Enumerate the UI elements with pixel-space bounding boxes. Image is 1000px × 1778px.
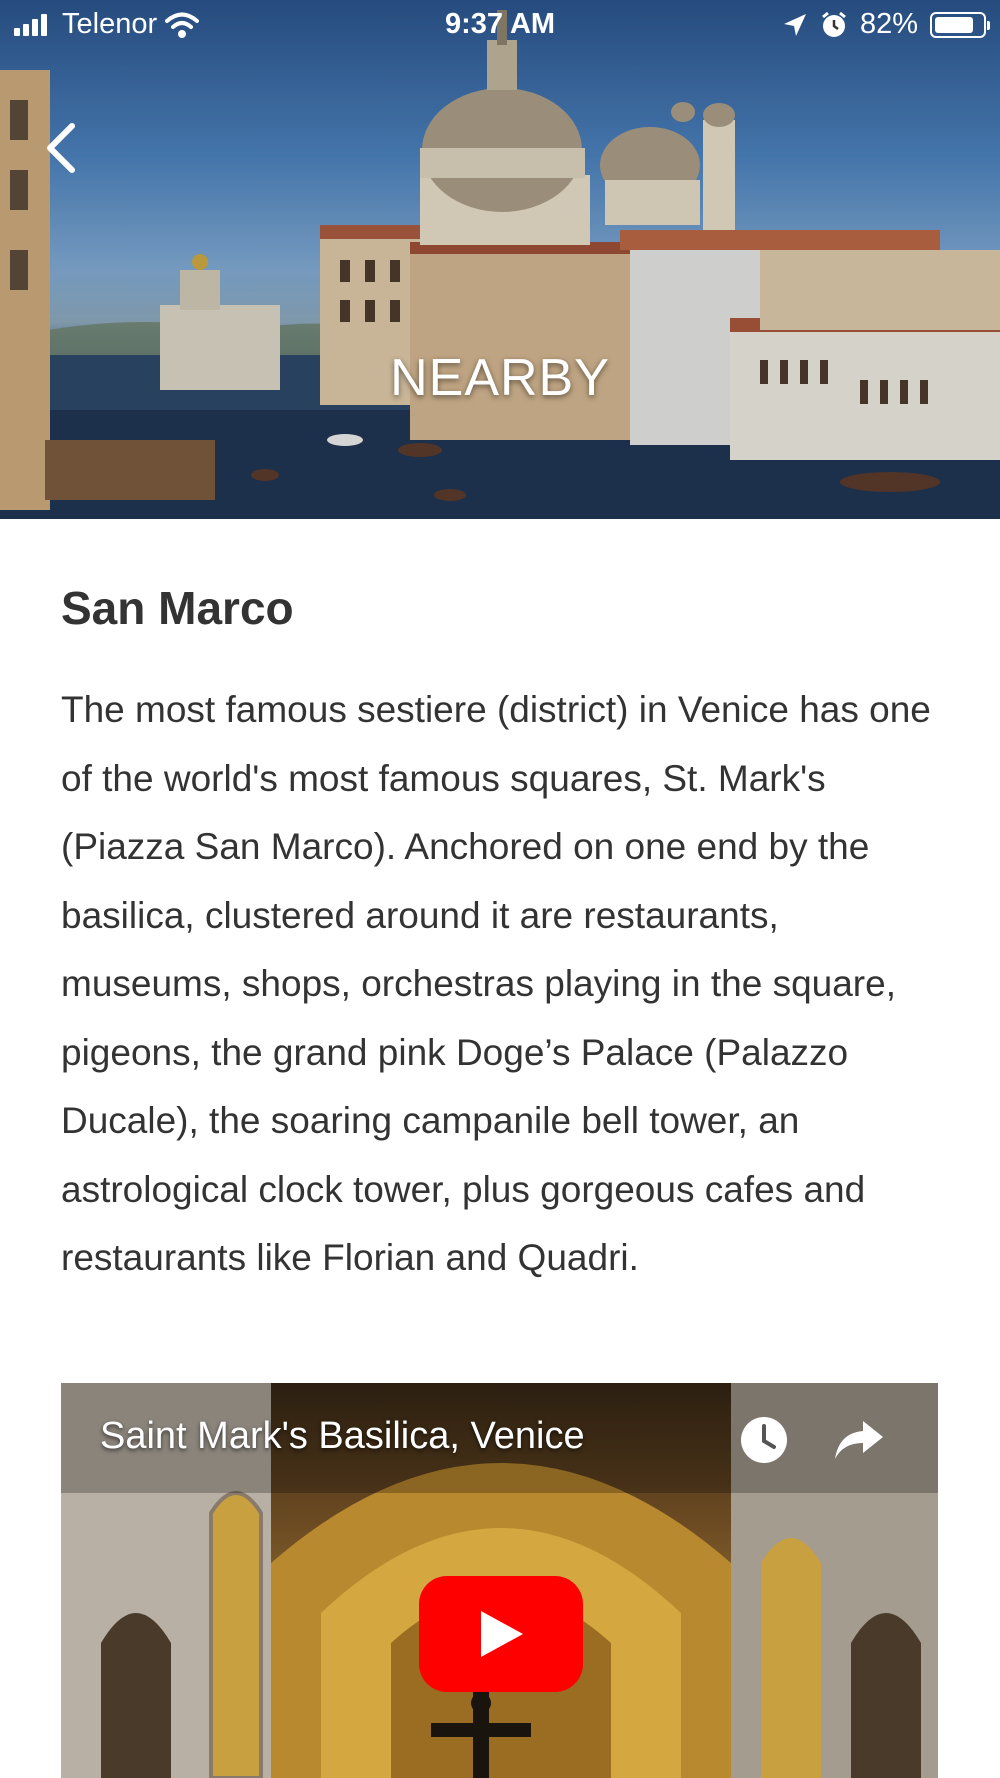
- play-icon: [481, 1611, 523, 1657]
- watch-later-button[interactable]: [739, 1415, 789, 1465]
- alarm-icon: [822, 11, 846, 37]
- back-button[interactable]: [38, 118, 88, 178]
- status-bar: Telenor 9:37 AM 82%: [0, 0, 1000, 50]
- chevron-left-icon: [47, 123, 75, 173]
- section-description: The most famous sestiere (district) in V…: [61, 689, 931, 1278]
- play-button[interactable]: [419, 1576, 583, 1692]
- share-button[interactable]: [833, 1417, 885, 1463]
- section-title: San Marco: [61, 582, 294, 634]
- share-icon: [835, 1421, 883, 1459]
- hero-image: Telenor 9:37 AM 82% NEARBY: [0, 0, 1000, 519]
- battery-percent: 82%: [859, 8, 918, 40]
- venice-grand-canal-photo: [0, 0, 1000, 519]
- battery-icon: [930, 11, 990, 38]
- page-title: NEARBY: [390, 349, 610, 407]
- video-player[interactable]: Saint Mark's Basilica, Venice: [61, 1383, 938, 1778]
- clock-icon: [741, 1417, 787, 1463]
- content-section: San Marco The most famous sestiere (dist…: [61, 570, 941, 1293]
- battery-level-fill: [935, 16, 973, 33]
- video-title: Saint Mark's Basilica, Venice: [100, 1415, 585, 1457]
- location-arrow-icon: [783, 13, 806, 36]
- status-right-group: 82%: [782, 8, 990, 41]
